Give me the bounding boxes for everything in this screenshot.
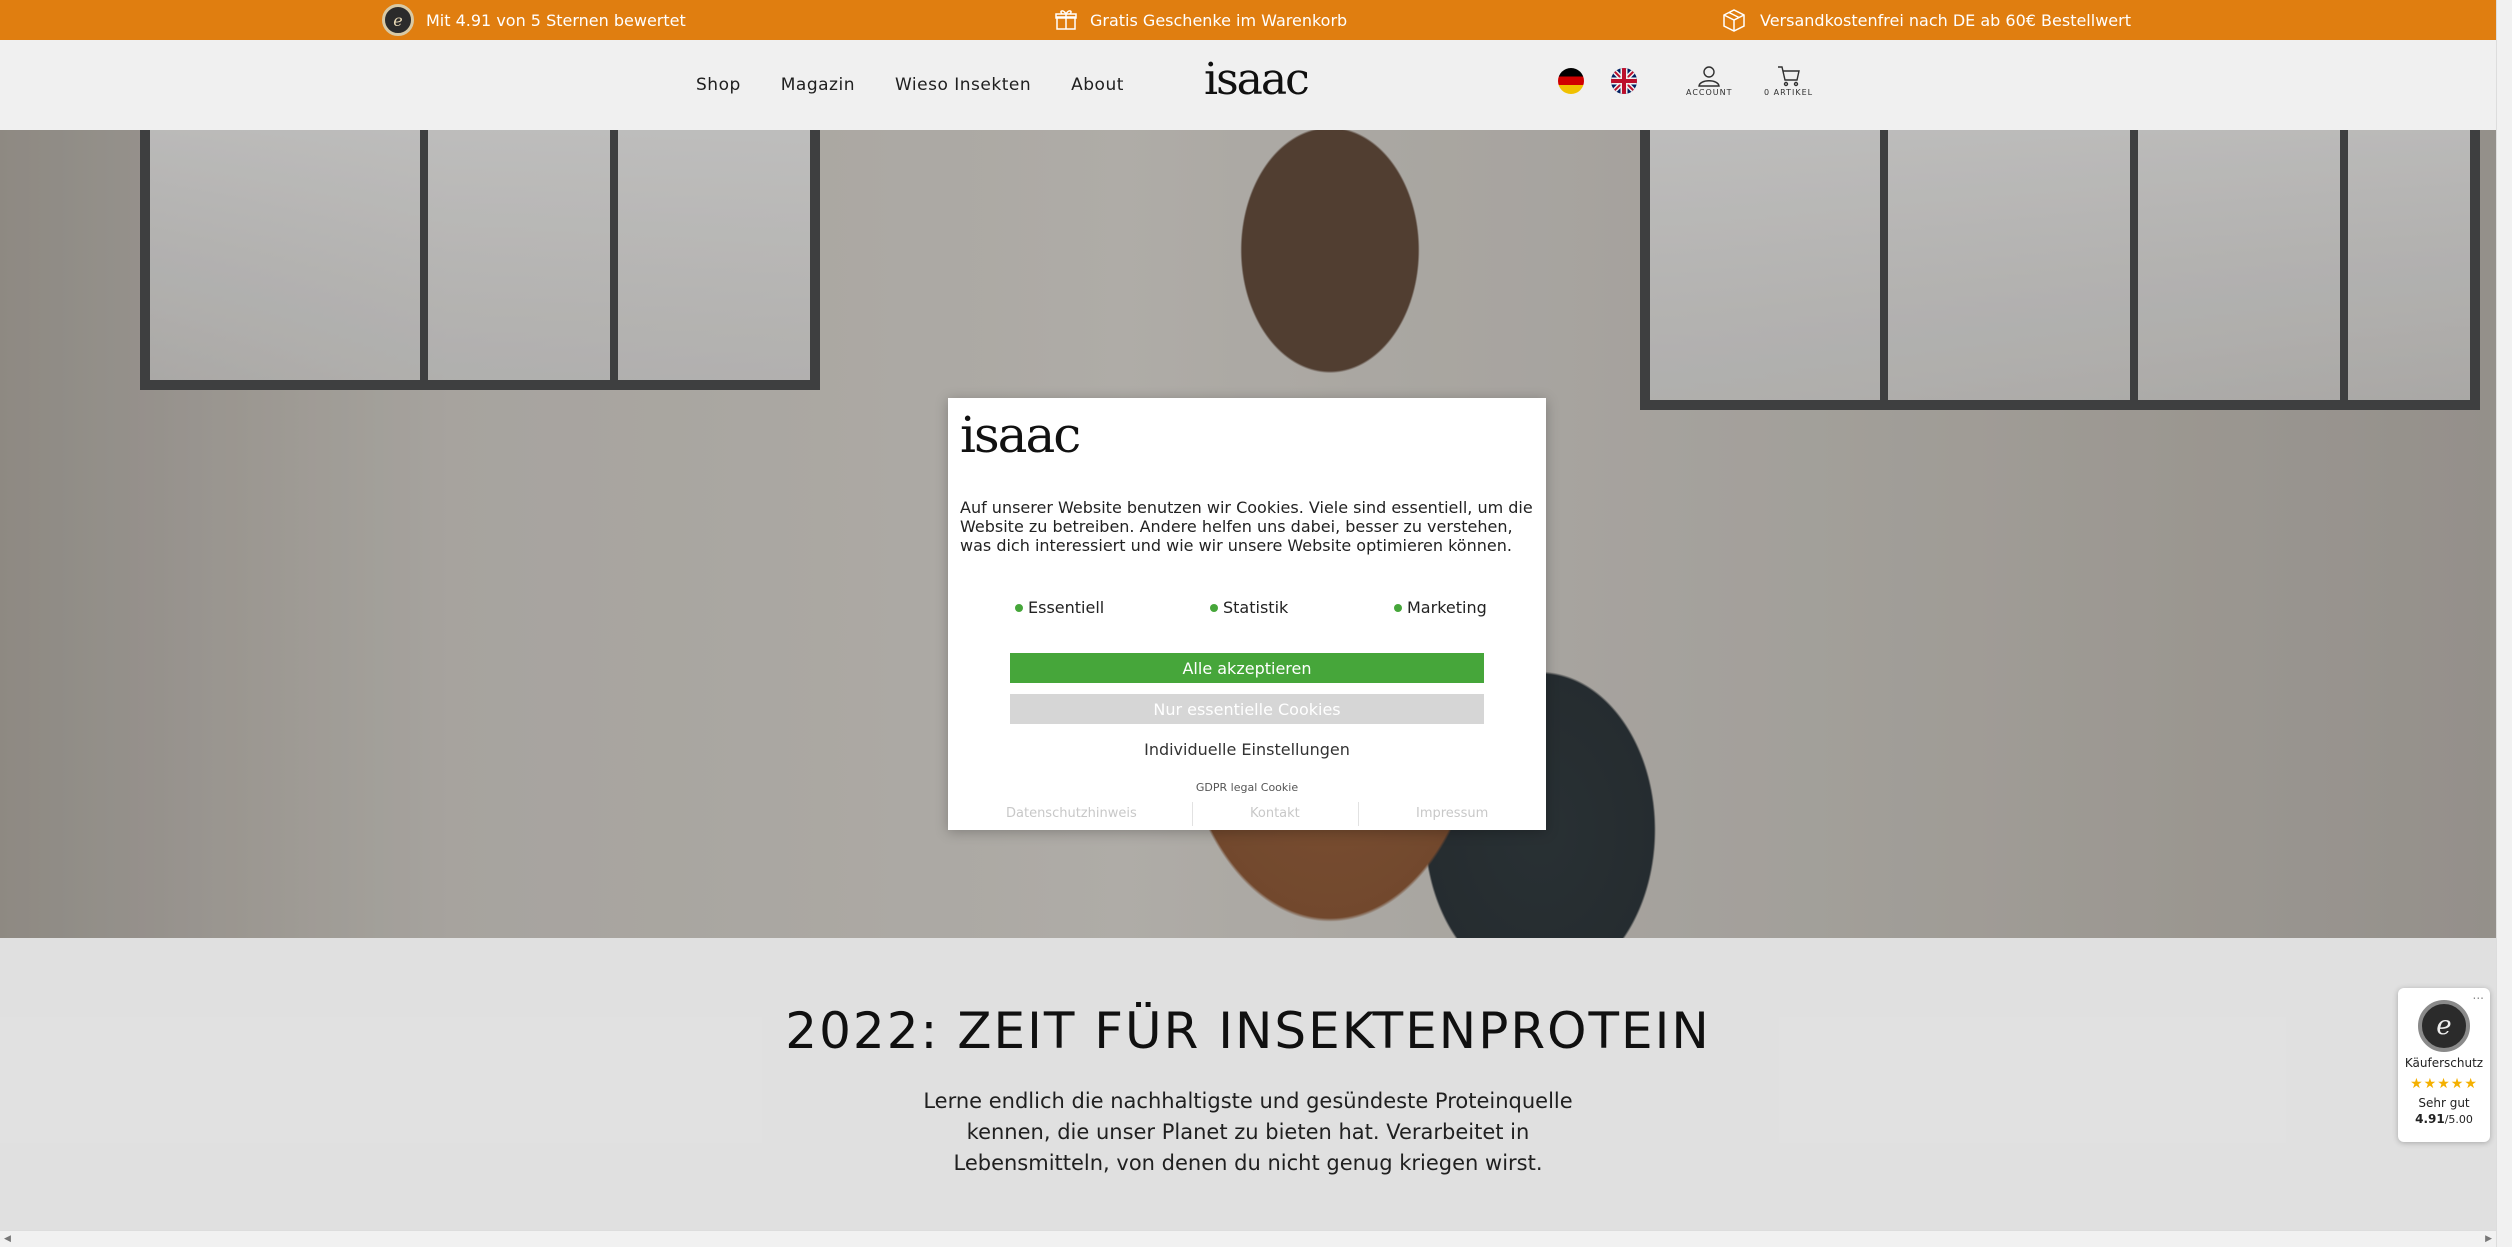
account-label: ACCOUNT — [1686, 88, 1733, 97]
scroll-right-icon[interactable]: ▶ — [2485, 1234, 2492, 1244]
cart-icon — [1777, 66, 1800, 87]
cart-button[interactable]: 0 ARTIKEL — [1764, 64, 1813, 97]
privacy-link[interactable]: Datenschutzhinweis — [1006, 806, 1137, 821]
status-dot-icon — [1210, 603, 1218, 612]
rating-text: Mit 4.91 von 5 Sternen bewertet — [426, 10, 686, 30]
announcement-bar: e Mit 4.91 von 5 Sternen bewertet Gratis… — [0, 0, 2496, 40]
user-icon — [1698, 66, 1721, 87]
nav-shop[interactable]: Shop — [696, 75, 741, 95]
dialog-footer-links: Datenschutzhinweis Kontakt Impressum — [948, 802, 1546, 826]
individual-settings-link[interactable]: Individuelle Einstellungen — [948, 740, 1546, 759]
german-flag-icon[interactable] — [1558, 68, 1584, 94]
score-max: /5.00 — [2444, 1113, 2473, 1126]
consent-label: Statistik — [1223, 598, 1289, 617]
consent-marketing[interactable]: Marketing — [1394, 598, 1487, 617]
cart-label: 0 ARTIKEL — [1764, 88, 1814, 97]
site-logo[interactable]: isaac — [1204, 54, 1310, 105]
intro-text: Lerne endlich die nachhaltigste und gesü… — [923, 1089, 1573, 1175]
consent-statistik[interactable]: Statistik — [1210, 598, 1288, 617]
gift-icon — [1055, 10, 1077, 30]
uk-flag-icon[interactable] — [1611, 68, 1637, 94]
horizontal-scrollbar[interactable]: ◀ ▶ — [0, 1230, 2496, 1247]
buyer-protection-label: Käuferschutz — [2404, 1056, 2484, 1070]
dialog-logo: isaac — [960, 406, 1081, 464]
nav-wieso-insekten[interactable]: Wieso Insekten — [895, 75, 1031, 95]
rating-notice[interactable]: e Mit 4.91 von 5 Sternen bewertet — [382, 0, 686, 40]
status-dot-icon — [1394, 603, 1402, 612]
trusted-shops-seal-icon: e — [2418, 1000, 2470, 1052]
gdpr-credit[interactable]: GDPR legal Cookie — [948, 781, 1546, 794]
essential-only-button[interactable]: Nur essentielle Cookies — [1010, 694, 1484, 724]
imprint-link[interactable]: Impressum — [1416, 806, 1488, 821]
shipping-text: Versandkostenfrei nach DE ab 60€ Bestell… — [1760, 10, 2131, 30]
accept-all-button[interactable]: Alle akzeptieren — [1010, 653, 1484, 683]
consent-categories: Essentiell Statistik Marketing — [948, 598, 1546, 618]
account-button[interactable]: ACCOUNT — [1686, 64, 1733, 97]
shipping-notice: Versandkostenfrei nach DE ab 60€ Bestell… — [1720, 0, 2131, 40]
status-dot-icon — [1015, 603, 1023, 612]
gift-notice: Gratis Geschenke im Warenkorb — [1054, 0, 1347, 40]
cookie-description: Auf unserer Website benutzen wir Cookies… — [960, 498, 1533, 555]
package-icon — [1723, 9, 1745, 32]
main-nav: Shop Magazin Wieso Insekten About — [696, 40, 1124, 130]
intro-heading: 2022: ZEIT FÜR INSEKTENPROTEIN — [785, 1002, 1711, 1060]
cookie-consent-dialog: isaac Auf unserer Website benutzen wir C… — [948, 398, 1546, 830]
nav-magazin[interactable]: Magazin — [781, 75, 855, 95]
intro-section: 2022: ZEIT FÜR INSEKTENPROTEIN Lerne end… — [0, 938, 2496, 1230]
rating-stars: ★★★★★ — [2410, 1076, 2478, 1092]
rating-score: 4.91/5.00 — [2398, 1112, 2490, 1126]
gift-text: Gratis Geschenke im Warenkorb — [1090, 10, 1348, 30]
scroll-left-icon[interactable]: ◀ — [4, 1234, 11, 1244]
nav-about[interactable]: About — [1071, 75, 1124, 95]
consent-label: Marketing — [1407, 598, 1487, 617]
rating-grade: Sehr gut — [2418, 1096, 2470, 1110]
trusted-shops-badge[interactable]: ... e Käuferschutz ★★★★★ Sehr gut 4.91/5… — [2398, 988, 2490, 1142]
vertical-scrollbar[interactable] — [2496, 0, 2512, 1247]
trusted-shops-seal-icon: e — [382, 4, 414, 36]
contact-link[interactable]: Kontakt — [1250, 806, 1300, 821]
score-value: 4.91 — [2415, 1112, 2445, 1126]
site-header: Shop Magazin Wieso Insekten About isaac … — [0, 40, 2496, 130]
consent-label: Essentiell — [1028, 598, 1105, 617]
badge-more-icon[interactable]: ... — [2473, 988, 2484, 1002]
consent-essentiell[interactable]: Essentiell — [1015, 598, 1104, 617]
